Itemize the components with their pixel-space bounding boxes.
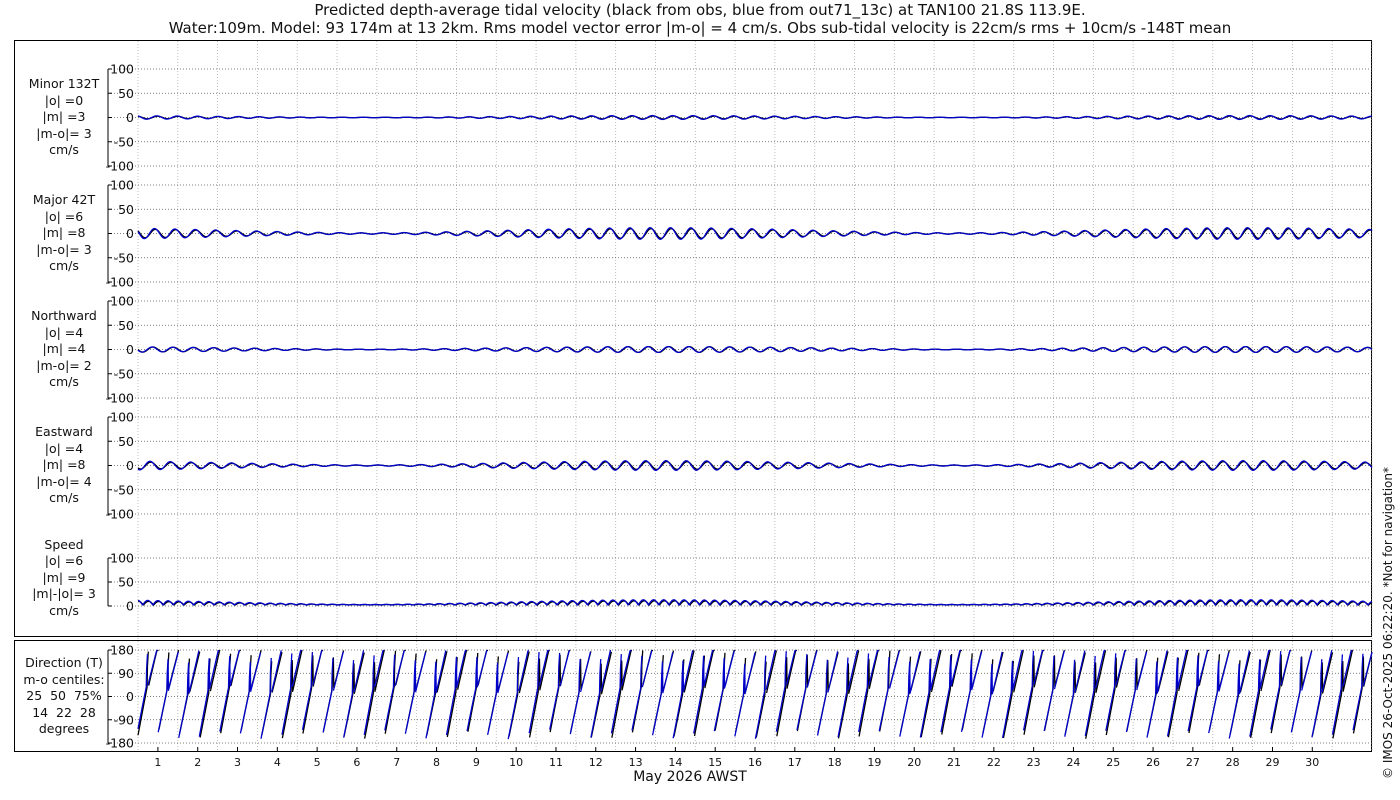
panel-label-line: 14 22 28 xyxy=(32,704,96,720)
x-tick-label: 4 xyxy=(274,756,281,769)
panel-label-line: |o| =6 xyxy=(44,553,84,569)
panel-label-line: |m| =3 xyxy=(42,109,86,125)
y-tick-label: 50 xyxy=(118,318,134,333)
panel-label-line: cm/s xyxy=(49,602,79,618)
panel-label-line: cm/s xyxy=(49,258,79,274)
panel-label-line: |m-o|= 3 xyxy=(36,125,92,141)
tidal-velocity-figure: 1 2 3 4 5 6 7 8 9 10 11 12 13 14 15 16 17 18 19 20 21 22 23 24 2… xyxy=(14,40,1373,769)
panel-label-line: Speed xyxy=(44,536,84,552)
y-tick-label: -100 xyxy=(106,275,134,290)
panel-label-line: 25 50 75% xyxy=(26,688,102,704)
x-tick-label: 24 xyxy=(1066,756,1080,769)
panel-label-line: |o| =4 xyxy=(44,440,84,456)
panel-label-direction: Direction (T) m-o centiles: 25 50 75% 14 22… xyxy=(10,655,118,738)
x-tick-label: 8 xyxy=(433,756,440,769)
x-tick-label: 18 xyxy=(828,756,842,769)
x-tick-label: 15 xyxy=(708,756,722,769)
panel-label-line: |m| =9 xyxy=(42,569,86,585)
y-tick-label: 0 xyxy=(126,226,134,241)
y-tick-label: 100 xyxy=(110,410,134,425)
panel-label-major: Major 42T |o| =6 |m| =8 |m-o|= 3 cm/s xyxy=(10,192,118,275)
x-tick-label: 14 xyxy=(668,756,682,769)
northward-model-series xyxy=(137,345,1373,354)
x-tick-label: 1 xyxy=(154,756,161,769)
panel-label-line: |o| =4 xyxy=(44,324,84,340)
x-tick-label: 19 xyxy=(867,756,881,769)
panel-label-line: Minor 132T xyxy=(28,76,100,92)
direction-obs-series xyxy=(137,649,1373,739)
panel-label-line: Major 42T xyxy=(32,192,96,208)
panel-label-line: |o| =0 xyxy=(44,92,84,108)
y-tick-label: 50 xyxy=(118,434,134,449)
panel-label-line: |m-o|= 4 xyxy=(36,473,92,489)
x-axis-label: May 2026 AWST xyxy=(633,769,747,785)
panel-label-speed: Speed |o| =6 |m| =9 |m|-|o|= 3 cm/s xyxy=(10,537,118,620)
y-tick-label: 90 xyxy=(118,666,134,681)
y-tick-label: -180 xyxy=(106,736,134,751)
panel-label-line: |m| =4 xyxy=(42,341,86,357)
x-tick-label: 13 xyxy=(629,756,643,769)
panel-label-line: |m| =8 xyxy=(42,457,86,473)
panel-label-line: |m-o|= 2 xyxy=(36,357,92,373)
panel-label-line: |m-o|= 3 xyxy=(36,241,92,257)
panel-label-line: |o| =6 xyxy=(44,208,84,224)
panel-label-eastward: Eastward |o| =4 |m| =8 |m-o|= 4 cm/s xyxy=(10,424,118,507)
x-tick-label: 10 xyxy=(509,756,523,769)
x-tick-label: 27 xyxy=(1186,756,1200,769)
panel-label-line: degrees xyxy=(38,721,90,737)
y-tick-label: -100 xyxy=(106,507,134,522)
y-tick-label: -100 xyxy=(106,391,134,406)
y-tick-label: 0 xyxy=(126,599,134,614)
y-tick-label: 50 xyxy=(118,86,134,101)
x-tick-label: 21 xyxy=(947,756,961,769)
x-tick-label: 26 xyxy=(1146,756,1160,769)
x-tick-label: 5 xyxy=(314,756,321,769)
x-tick-label: 30 xyxy=(1305,756,1319,769)
x-tick-label: 29 xyxy=(1265,756,1279,769)
panel-label-northward: Northward |o| =4 |m| =4 |m-o|= 2 cm/s xyxy=(10,308,118,391)
upper-frame xyxy=(14,40,1372,637)
x-tick-label: 11 xyxy=(549,756,563,769)
y-tick-label: 100 xyxy=(110,294,134,309)
credit-text: © IMOS 26-Oct-2025 06:22:20. *Not for na… xyxy=(1381,467,1395,779)
panel-label-line: m-o centiles: xyxy=(23,671,105,687)
y-tick-label: 100 xyxy=(110,62,134,77)
panel-label-line: cm/s xyxy=(49,374,79,390)
x-tick-label: 20 xyxy=(907,756,921,769)
y-tick-label: 0 xyxy=(126,458,134,473)
panel-label-line: |m|-|o|= 3 xyxy=(32,586,96,602)
x-tick-label: 16 xyxy=(748,756,762,769)
panel-label-minor: Minor 132T |o| =0 |m| =3 |m-o|= 3 cm/s xyxy=(10,76,118,159)
panel-label-line: |m| =8 xyxy=(42,225,86,241)
panel-label-line: cm/s xyxy=(49,142,79,158)
panel-label-line: cm/s xyxy=(49,490,79,506)
direction-model-series xyxy=(137,649,1373,740)
minor-model-series xyxy=(137,114,1373,121)
x-tick-label: 28 xyxy=(1226,756,1240,769)
panel-label-line: Northward xyxy=(31,308,97,324)
x-tick-label: 9 xyxy=(473,756,480,769)
x-tick-label: 6 xyxy=(353,756,360,769)
panel-label-line: Eastward xyxy=(35,424,93,440)
y-tick-label: 0 xyxy=(126,110,134,125)
x-tick-label: 17 xyxy=(788,756,802,769)
x-tick-label: 2 xyxy=(194,756,201,769)
y-tick-label: 100 xyxy=(110,178,134,193)
x-tick-label: 7 xyxy=(393,756,400,769)
y-tick-label: 50 xyxy=(118,202,134,217)
y-tick-label: 0 xyxy=(126,342,134,357)
y-tick-label: 50 xyxy=(118,575,134,590)
x-tick-label: 22 xyxy=(987,756,1001,769)
panel-label-line: Direction (T) xyxy=(25,655,103,671)
x-tick-label: 23 xyxy=(1027,756,1041,769)
y-tick-label: -100 xyxy=(106,159,134,174)
x-tick-label: 12 xyxy=(589,756,603,769)
x-tick-label: 3 xyxy=(234,756,241,769)
x-tick-label: 25 xyxy=(1106,756,1120,769)
y-tick-label: 0 xyxy=(126,689,134,704)
